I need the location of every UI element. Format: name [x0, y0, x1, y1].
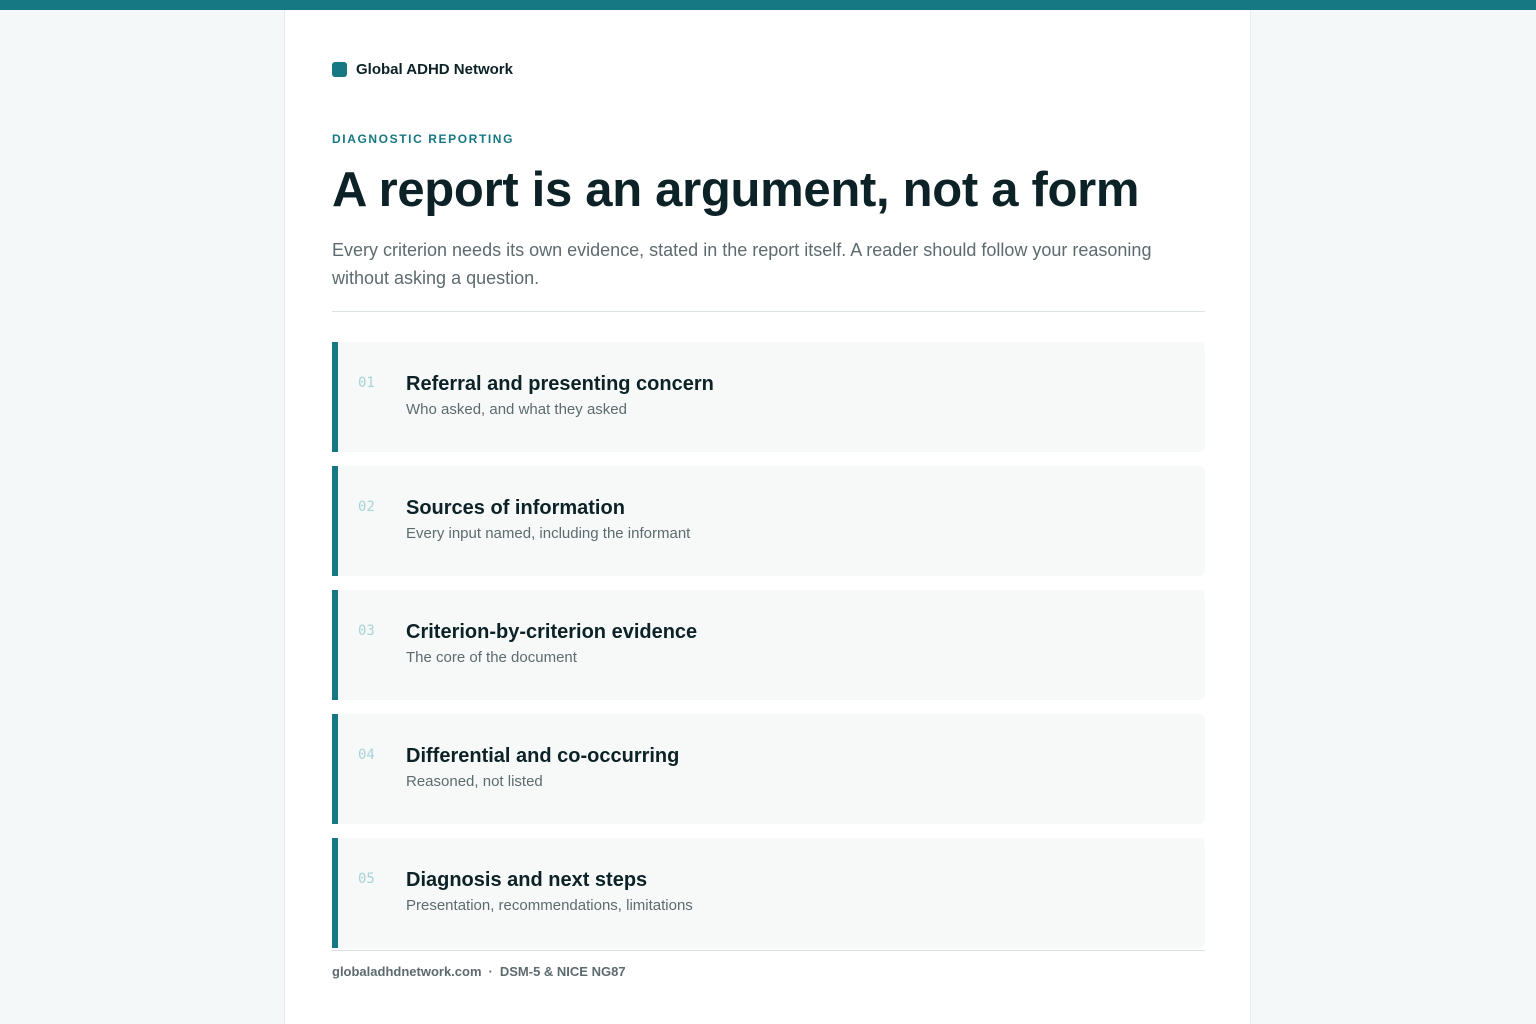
section-description: Who asked, and what they asked [406, 401, 627, 418]
section-description: Every input named, including the informa… [406, 525, 691, 542]
section-title: Sources of information [406, 497, 625, 519]
section-list: 01 Referral and presenting concern Who a… [332, 342, 1205, 962]
brand[interactable]: Global ADHD Network [332, 60, 513, 78]
section-description: Reasoned, not listed [406, 773, 543, 790]
header-divider [332, 311, 1205, 312]
section-title: Criterion-by-criterion evidence [406, 621, 698, 643]
section-number: 02 [358, 499, 375, 515]
footer: globaladhdnetwork.com · DSM-5 & NICE NG87 [332, 964, 626, 979]
section-number: 01 [358, 375, 375, 391]
section-card-referral[interactable]: 01 Referral and presenting concern Who a… [332, 342, 1205, 452]
page-container: Global ADHD Network DIAGNOSTIC REPORTING… [284, 10, 1251, 1024]
section-description: Presentation, recommendations, limitatio… [406, 897, 693, 914]
section-number: 04 [358, 747, 375, 763]
section-card-sources[interactable]: 02 Sources of information Every input na… [332, 466, 1205, 576]
section-title: Diagnosis and next steps [406, 869, 648, 891]
page-subtitle: Every criterion needs its own evidence, … [332, 240, 1152, 288]
footer-separator: · [488, 964, 493, 979]
section-card-diagnosis[interactable]: 05 Diagnosis and next steps Presentation… [332, 838, 1205, 948]
footer-site-link[interactable]: globaladhdnetwork.com [332, 964, 482, 979]
section-title: Differential and co-occurring [406, 745, 680, 767]
section-description: The core of the document [406, 649, 577, 666]
section-card-differential[interactable]: 04 Differential and co-occurring Reasone… [332, 714, 1205, 824]
footer-standards: DSM-5 & NICE NG87 [499, 964, 626, 979]
section-card-criteria[interactable]: 03 Criterion-by-criterion evidence The c… [332, 590, 1205, 700]
section-number: 03 [358, 623, 375, 639]
footer-divider [332, 950, 1205, 951]
section-eyebrow: DIAGNOSTIC REPORTING [332, 132, 515, 146]
brand-name: Global ADHD Network [356, 60, 513, 78]
section-number: 05 [358, 871, 375, 887]
top-accent-bar [0, 0, 1536, 10]
section-title: Referral and presenting concern [406, 373, 714, 395]
page-title: A report is an argument, not a form [332, 163, 1140, 217]
brand-logo-icon [332, 61, 347, 77]
